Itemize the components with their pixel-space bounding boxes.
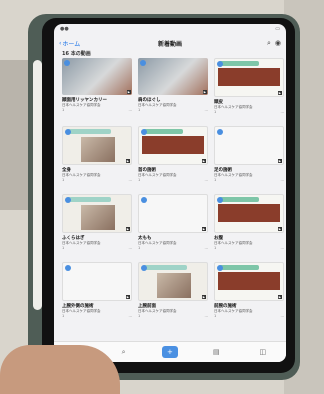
- video-card[interactable]: ▶ 顔面用リッヤンカリー 日本ヘルスケア協同学会 1…: [62, 58, 132, 122]
- video-card[interactable]: ▶ 前腕の施術 日本ヘルスケア協同学会 1…: [214, 262, 284, 326]
- channel-avatar-icon: [217, 265, 223, 271]
- video-card[interactable]: ▶ 首の施術 日本ヘルスケア協同学会 1…: [138, 126, 208, 190]
- more-icon[interactable]: …: [281, 110, 285, 114]
- more-icon[interactable]: …: [205, 246, 209, 250]
- more-icon[interactable]: …: [129, 314, 133, 318]
- video-thumbnail[interactable]: ▶: [214, 58, 284, 97]
- status-bar: ●● ▭: [54, 24, 286, 36]
- video-card[interactable]: ▶ 上腕外側の施術 日本ヘルスケア協同学会 1…: [62, 262, 132, 326]
- battery-icon: ▭: [275, 26, 280, 32]
- back-button[interactable]: ‹ ホーム: [59, 39, 80, 48]
- more-icon[interactable]: …: [205, 314, 209, 318]
- duration-badge: ▶: [277, 91, 282, 95]
- view-count: 1: [62, 108, 65, 112]
- search-icon[interactable]: ⌕: [267, 39, 271, 48]
- video-thumbnail[interactable]: ▶: [138, 262, 208, 301]
- channel-avatar-icon: [64, 60, 70, 66]
- duration-badge: ▶: [277, 295, 282, 299]
- video-thumbnail[interactable]: ▶: [214, 194, 284, 233]
- view-count: 1: [138, 246, 141, 250]
- video-thumbnail[interactable]: ▶: [214, 262, 284, 301]
- tablet-screen: ●● ▭ ‹ ホーム 新着動画 ⌕ ◉ 16 本の動画 ▶ 顔面用リッヤンカリー日…: [54, 24, 286, 362]
- account-icon[interactable]: ◫: [255, 346, 271, 358]
- search-icon[interactable]: ⌕: [116, 346, 132, 358]
- duration-badge: ▶: [201, 159, 206, 163]
- more-icon[interactable]: …: [129, 246, 133, 250]
- video-thumbnail[interactable]: ▶: [138, 126, 208, 165]
- more-icon[interactable]: …: [281, 246, 285, 250]
- video-card[interactable]: ▶ ふくらはぎ 日本ヘルスケア協同学会 1…: [62, 194, 132, 258]
- channel-avatar-icon: [65, 197, 71, 203]
- channel-avatar-icon: [217, 197, 223, 203]
- duration-badge: ▶: [202, 90, 207, 94]
- background-object: [0, 60, 30, 210]
- duration-badge: ▶: [277, 227, 282, 231]
- view-count: 1: [214, 314, 217, 318]
- more-icon[interactable]: …: [281, 178, 285, 182]
- view-count: 1: [214, 178, 217, 182]
- duration-badge: ▶: [277, 159, 282, 163]
- view-count: 1: [214, 110, 217, 114]
- video-thumbnail[interactable]: ▶: [62, 126, 132, 165]
- stylus-pencil: [33, 60, 42, 310]
- video-grid: ▶ 顔面用リッヤンカリー 日本ヘルスケア協同学会 1… ▶ 肩のほぐし 日本ヘルスケア協同学…: [54, 58, 286, 326]
- video-card[interactable]: ▶ 頭皮 日本ヘルスケア協同学会 1…: [214, 58, 284, 122]
- video-thumbnail[interactable]: ▶: [138, 194, 208, 233]
- video-card[interactable]: ▶ 太もも 日本ヘルスケア協同学会 1…: [138, 194, 208, 258]
- more-icon[interactable]: …: [205, 178, 209, 182]
- view-count: 1: [214, 246, 217, 250]
- hand: [0, 345, 120, 394]
- navigation-bar: ‹ ホーム 新着動画 ⌕ ◉: [54, 36, 286, 50]
- channel-avatar-icon: [65, 129, 71, 135]
- back-label: ホーム: [62, 40, 81, 48]
- video-card[interactable]: ▶ 足の施術 日本ヘルスケア協同学会 1…: [214, 126, 284, 190]
- duration-badge: ▶: [125, 295, 130, 299]
- channel-avatar-icon: [140, 60, 146, 66]
- video-thumbnail[interactable]: ▶: [138, 58, 208, 95]
- settings-icon[interactable]: ◉: [275, 39, 281, 48]
- duration-badge: ▶: [125, 227, 130, 231]
- more-icon[interactable]: …: [129, 178, 133, 182]
- more-icon[interactable]: …: [205, 108, 209, 112]
- status-time-icon: ●●: [60, 26, 69, 32]
- section-title: 16 本の動画: [62, 51, 91, 57]
- view-count: 1: [138, 178, 141, 182]
- duration-badge: ▶: [201, 227, 206, 231]
- view-count: 1: [62, 314, 65, 318]
- video-card[interactable]: ▶ お腹 日本ヘルスケア協同学会 1…: [214, 194, 284, 258]
- add-icon[interactable]: +: [161, 346, 178, 358]
- chevron-left-icon: ‹: [59, 39, 62, 47]
- channel-avatar-icon: [141, 265, 147, 271]
- video-thumbnail[interactable]: ▶: [62, 58, 132, 95]
- view-count: 1: [138, 314, 141, 318]
- view-count: 1: [62, 178, 65, 182]
- channel-avatar-icon: [141, 197, 147, 203]
- page-title: 新着動画: [157, 40, 182, 48]
- more-icon[interactable]: …: [129, 108, 133, 112]
- more-icon[interactable]: …: [281, 314, 285, 318]
- video-thumbnail[interactable]: ▶: [62, 262, 132, 301]
- duration-badge: ▶: [201, 295, 206, 299]
- view-count: 1: [138, 108, 141, 112]
- video-card[interactable]: ▶ 全身 日本ヘルスケア協同学会 1…: [62, 126, 132, 190]
- channel-avatar-icon: [217, 61, 223, 67]
- duration-badge: ▶: [126, 90, 131, 94]
- view-count: 1: [62, 246, 65, 250]
- library-icon[interactable]: ▤: [208, 346, 224, 358]
- channel-avatar-icon: [217, 129, 223, 135]
- video-card[interactable]: ▶ 肩のほぐし 日本ヘルスケア協同学会 1…: [138, 58, 208, 122]
- video-thumbnail[interactable]: ▶: [62, 194, 132, 233]
- video-thumbnail[interactable]: ▶: [214, 126, 284, 165]
- channel-avatar-icon: [141, 129, 147, 135]
- video-card[interactable]: ▶ 上腕前面 日本ヘルスケア協同学会 1…: [138, 262, 208, 326]
- channel-avatar-icon: [65, 265, 71, 271]
- duration-badge: ▶: [125, 159, 130, 163]
